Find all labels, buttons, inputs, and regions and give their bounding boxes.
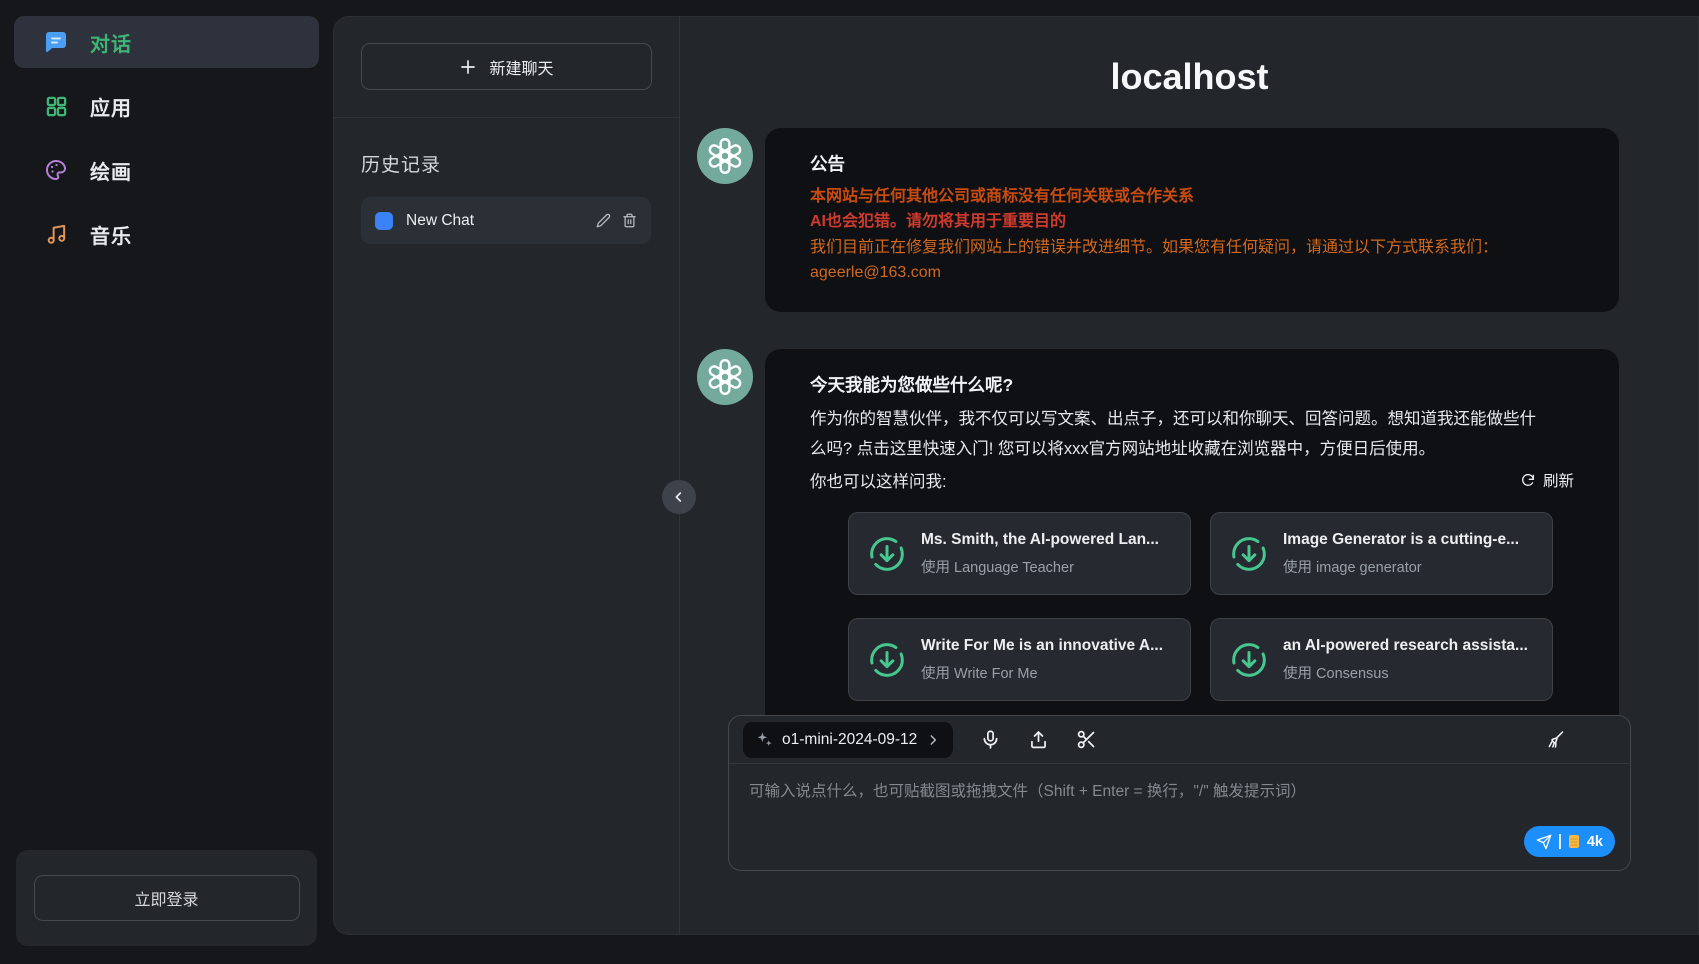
welcome-title: 今天我能为您做些什么呢?	[810, 372, 1574, 397]
welcome-bubble: 今天我能为您做些什么呢? 作为你的智慧伙伴，我不仅可以写文案、出点子，还可以和你…	[765, 349, 1619, 728]
send-plane-icon	[1536, 834, 1552, 850]
history-section-title: 历史记录	[361, 150, 651, 177]
openai-logo-icon	[705, 136, 745, 176]
edit-pencil-icon[interactable]	[596, 213, 611, 228]
import-circle-arrow-icon	[1229, 534, 1269, 574]
assistant-avatar	[697, 128, 753, 184]
suggestion-card[interactable]: Write For Me is an innovative A... 使用 Wr…	[848, 618, 1191, 701]
announcement-line-3: 我们目前正在修复我们网站上的错误并改进细节。如果您有任何疑问，请通过以下方式联系…	[810, 235, 1574, 260]
suggestion-title: Write For Me is an innovative A...	[921, 637, 1163, 655]
refresh-button-label: 刷新	[1543, 469, 1574, 491]
openai-logo-icon	[705, 357, 745, 397]
model-selector-button[interactable]: o1-mini-2024-09-12	[743, 722, 953, 758]
sidebar-item-chat[interactable]: 对话	[14, 16, 319, 68]
collapse-sidebar-button[interactable]	[662, 480, 696, 514]
sidebar-item-apps[interactable]: 应用	[14, 80, 319, 132]
message-list: 公告 本网站与任何其他公司或商标没有任何关联或合作关系 AI也会犯错。请勿将其用…	[680, 98, 1699, 765]
app-window: 对话 应用 绘画 音乐 立即登录	[0, 0, 1699, 964]
divider	[1559, 834, 1561, 849]
import-circle-arrow-icon	[867, 534, 907, 574]
token-count-badge: 4k	[1587, 834, 1603, 850]
suggestion-title: Ms. Smith, the AI-powered Lan...	[921, 531, 1159, 549]
new-chat-button-label: 新建聊天	[489, 55, 553, 79]
welcome-message: 今天我能为您做些什么呢? 作为你的智慧伙伴，我不仅可以写文案、出点子，还可以和你…	[697, 349, 1699, 728]
delete-trash-icon[interactable]	[622, 213, 637, 228]
upload-icon	[1028, 729, 1049, 750]
announcement-message: 公告 本网站与任何其他公司或商标没有任何关联或合作关系 AI也会犯错。请勿将其用…	[697, 128, 1699, 312]
chevron-right-icon	[926, 733, 940, 747]
announcement-title: 公告	[810, 151, 1574, 176]
announcement-line-2: AI也会犯错。请勿将其用于重要目的	[810, 209, 1574, 234]
suggestion-title: Image Generator is a cutting-e...	[1283, 531, 1519, 549]
chat-avatar-square	[375, 212, 393, 230]
chat-item-title: New Chat	[406, 212, 583, 230]
send-button[interactable]: 4k	[1524, 826, 1615, 857]
sidebar-item-chat-label: 对话	[90, 28, 132, 57]
divider	[333, 117, 679, 118]
welcome-body: 作为你的智慧伙伴，我不仅可以写文案、出点子，还可以和你聊天、回答问题。想知道我还…	[810, 405, 1540, 464]
import-circle-arrow-icon	[867, 640, 907, 680]
music-note-icon	[44, 222, 68, 246]
suggestion-card[interactable]: Image Generator is a cutting-e... 使用 ima…	[1210, 512, 1553, 595]
suggestion-card[interactable]: an AI-powered research assista... 使用 Con…	[1210, 618, 1553, 701]
new-chat-button[interactable]: 新建聊天	[361, 43, 652, 90]
refresh-button[interactable]: 刷新	[1520, 469, 1574, 491]
announcement-email-link[interactable]: ageerle@163.com	[810, 260, 1574, 285]
history-panel: 新建聊天 历史记录 New Chat	[333, 16, 680, 935]
palette-icon	[44, 158, 68, 182]
sidebar-item-drawing-label: 绘画	[90, 156, 132, 185]
coin-tokens-icon	[1568, 834, 1580, 849]
microphone-button[interactable]	[980, 729, 1001, 750]
history-chat-item[interactable]: New Chat	[361, 197, 651, 244]
suggestion-subtitle: 使用 Write For Me	[921, 662, 1163, 683]
login-card: 立即登录	[16, 850, 317, 946]
suggestion-subtitle: 使用 image generator	[1283, 556, 1519, 577]
ask-hint: 你也可以这样问我:	[810, 468, 947, 492]
sidebar-item-apps-label: 应用	[90, 92, 132, 121]
composer: o1-mini-2024-09-12	[728, 715, 1631, 871]
import-circle-arrow-icon	[1229, 640, 1269, 680]
assistant-avatar	[697, 349, 753, 405]
suggestion-title: an AI-powered research assista...	[1283, 637, 1528, 655]
refresh-icon	[1520, 472, 1536, 488]
model-selector-label: o1-mini-2024-09-12	[782, 731, 917, 749]
scissors-button[interactable]	[1076, 729, 1097, 750]
chat-bubble-icon	[44, 30, 68, 54]
chevron-left-icon	[671, 489, 687, 505]
broom-icon	[1545, 729, 1566, 750]
sidebar-item-music[interactable]: 音乐	[14, 208, 319, 260]
scissors-icon	[1076, 729, 1097, 750]
apps-grid-icon	[44, 94, 68, 118]
sparkles-icon	[756, 731, 773, 748]
sidebar-item-music-label: 音乐	[90, 220, 132, 249]
composer-toolbar: o1-mini-2024-09-12	[729, 716, 1630, 764]
suggestion-grid: Ms. Smith, the AI-powered Lan... 使用 Lang…	[848, 512, 1574, 701]
announcement-line-1: 本网站与任何其他公司或商标没有任何关联或合作关系	[810, 184, 1574, 209]
suggestion-card[interactable]: Ms. Smith, the AI-powered Lan... 使用 Lang…	[848, 512, 1191, 595]
suggestion-subtitle: 使用 Consensus	[1283, 662, 1528, 683]
plus-icon	[459, 58, 477, 76]
microphone-icon	[980, 729, 1001, 750]
suggestion-subtitle: 使用 Language Teacher	[921, 556, 1159, 577]
content-shell: 新建聊天 历史记录 New Chat localhost	[333, 16, 1699, 935]
page-title: localhost	[680, 56, 1699, 98]
login-button[interactable]: 立即登录	[34, 875, 300, 921]
sidebar-item-drawing[interactable]: 绘画	[14, 144, 319, 196]
announcement-bubble: 公告 本网站与任何其他公司或商标没有任何关联或合作关系 AI也会犯错。请勿将其用…	[765, 128, 1619, 312]
left-sidebar: 对话 应用 绘画 音乐 立即登录	[0, 0, 333, 964]
message-input[interactable]	[729, 764, 1630, 834]
upload-button[interactable]	[1028, 729, 1049, 750]
chat-panel: localhost 公告	[680, 16, 1699, 935]
clear-context-broom-button[interactable]	[1545, 729, 1566, 750]
